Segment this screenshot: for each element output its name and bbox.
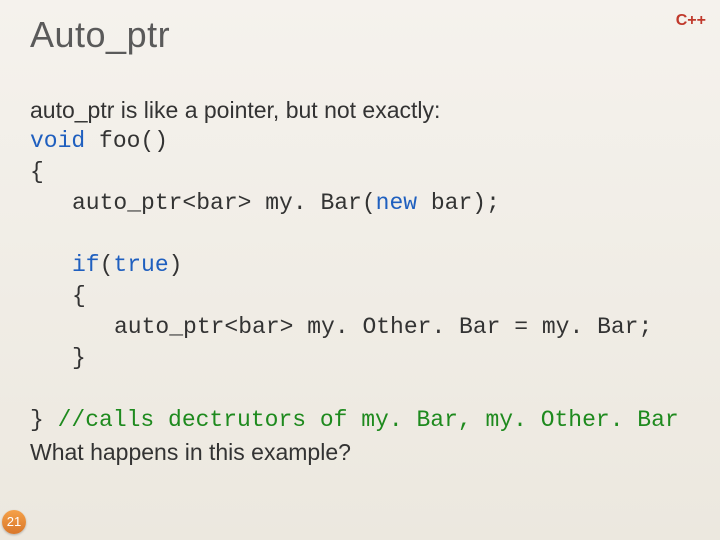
code-text: auto_ptr<bar> my. Other. Bar = my. Bar;: [114, 314, 652, 340]
keyword-new: new: [376, 190, 417, 216]
intro-text: auto_ptr is like a pointer, but not exac…: [30, 95, 700, 126]
keyword-if: if: [72, 252, 100, 278]
code-text: auto_ptr<bar> my. Bar(: [72, 190, 376, 216]
question-text: What happens in this example?: [30, 437, 700, 468]
keyword-true: true: [113, 252, 168, 278]
language-tag: C++: [676, 12, 706, 30]
code-line-4: if(true): [30, 250, 700, 281]
slide-title: Auto_ptr: [30, 14, 170, 56]
code-blank: [30, 219, 700, 250]
code-text: foo(): [85, 128, 168, 154]
code-text: }: [72, 345, 86, 371]
code-line-8: } //calls dectrutors of my. Bar, my. Oth…: [30, 405, 700, 436]
code-text: (: [100, 252, 114, 278]
code-line-6: auto_ptr<bar> my. Other. Bar = my. Bar;: [30, 312, 700, 343]
slide: C++ Auto_ptr auto_ptr is like a pointer,…: [0, 0, 720, 540]
code-line-2: {: [30, 157, 700, 188]
slide-body: auto_ptr is like a pointer, but not exac…: [30, 95, 700, 468]
code-comment: //calls dectrutors of my. Bar, my. Other…: [58, 407, 679, 433]
keyword-void: void: [30, 128, 85, 154]
code-line-3: auto_ptr<bar> my. Bar(new bar);: [30, 188, 700, 219]
code-blank-2: [30, 374, 700, 405]
code-line-7: }: [30, 343, 700, 374]
slide-number-badge: 21: [2, 510, 26, 534]
code-line-5: {: [30, 281, 700, 312]
code-line-1: void foo(): [30, 126, 700, 157]
code-text: {: [72, 283, 86, 309]
code-text: bar);: [417, 190, 500, 216]
code-text: ): [169, 252, 183, 278]
code-text: }: [30, 407, 58, 433]
